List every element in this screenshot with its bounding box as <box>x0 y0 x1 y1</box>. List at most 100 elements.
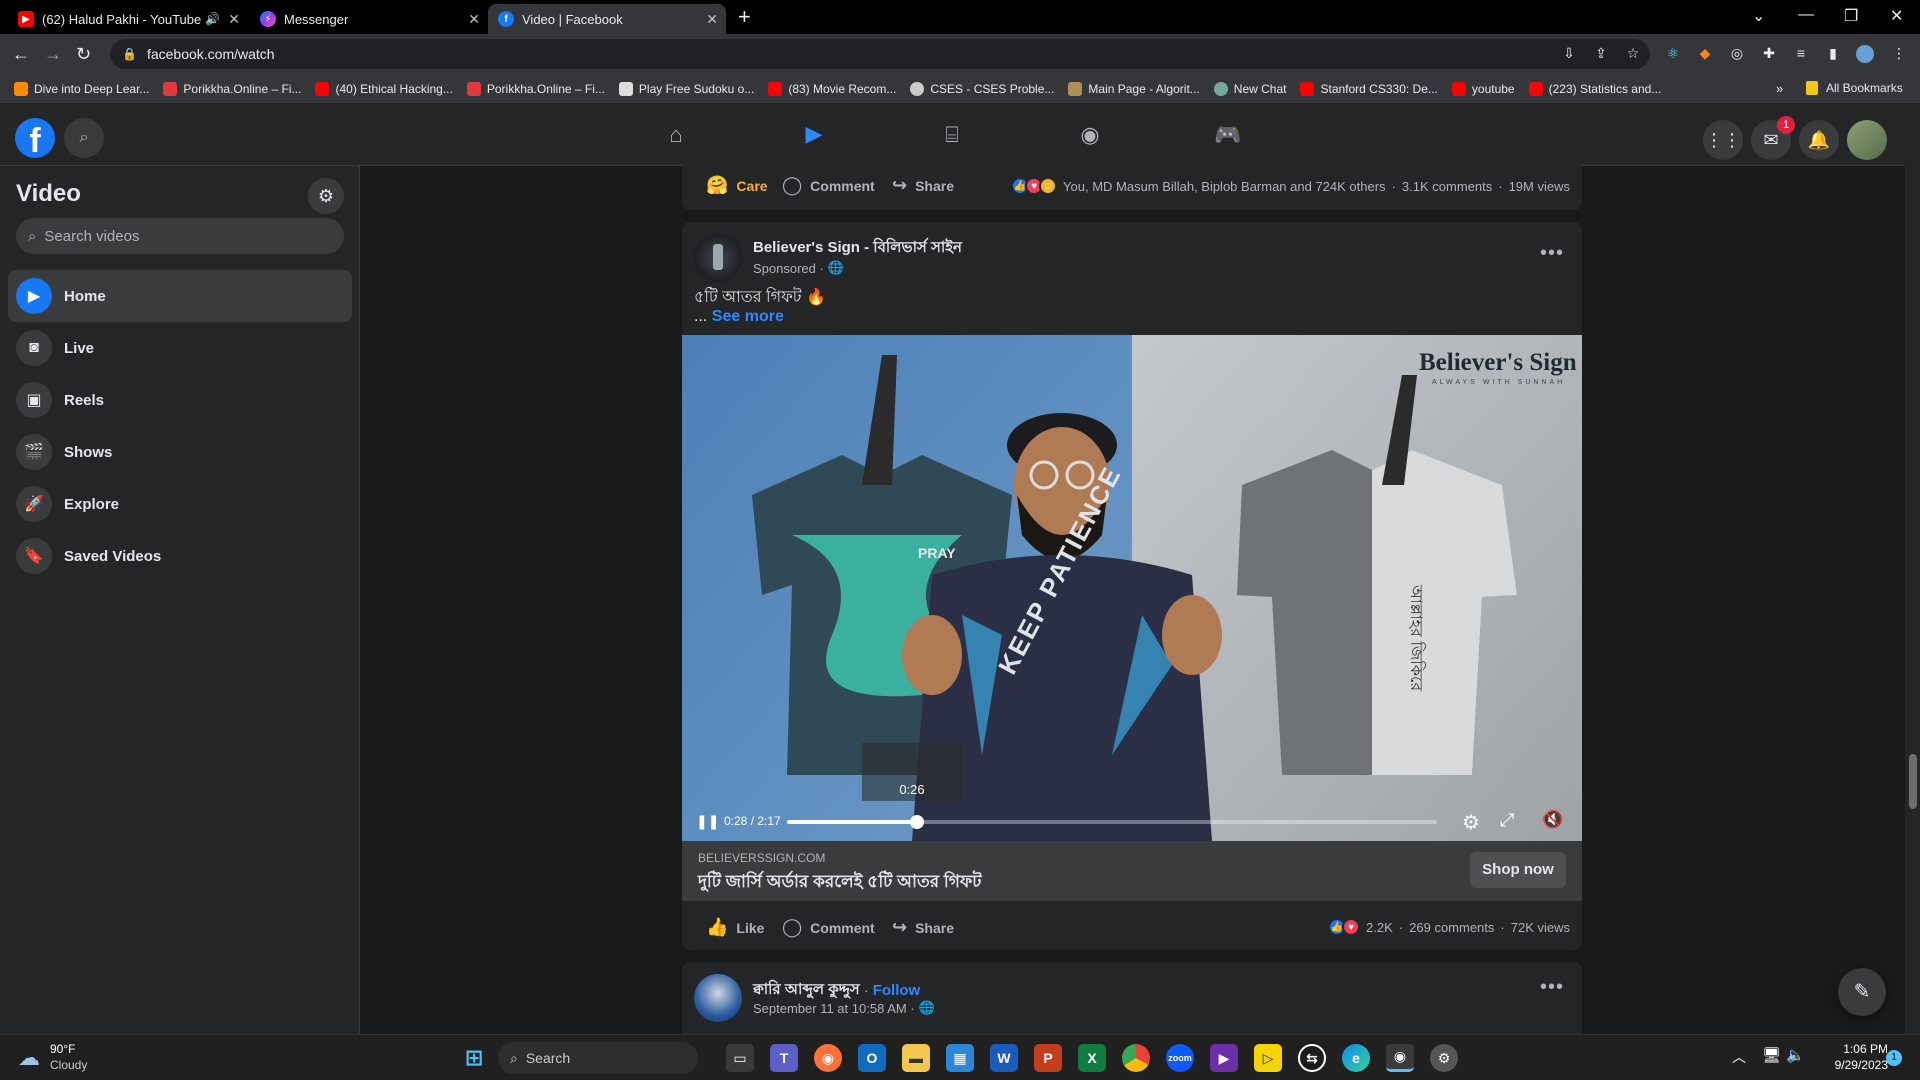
forward-icon[interactable]: → <box>44 44 62 65</box>
bookmark-item[interactable]: Porikkha.Online – Fi... <box>466 81 605 96</box>
bookmark-item[interactable]: Porikkha.Online – Fi... <box>163 81 301 96</box>
all-bookmarks-button[interactable]: All Bookmarks <box>1806 81 1903 95</box>
volume-icon[interactable]: 🔈 <box>1786 1046 1805 1064</box>
star-icon[interactable]: ☆ <box>1624 45 1642 63</box>
menu-kebab-icon[interactable]: ⋮ <box>1890 45 1908 63</box>
media-player-icon[interactable]: ▷ <box>1254 1044 1282 1072</box>
bookmark-item[interactable]: Stanford CS330: De... <box>1300 81 1438 96</box>
react-devtools-icon[interactable]: ⚛ <box>1664 45 1682 63</box>
care-reaction-button[interactable]: 🤗 Care <box>706 175 768 196</box>
like-button[interactable]: 👍 Like <box>706 917 764 938</box>
back-icon[interactable]: ← <box>12 44 30 65</box>
reload-icon[interactable]: ↻ <box>76 44 91 65</box>
side-panel-icon[interactable]: ▮ <box>1824 45 1842 63</box>
author-avatar[interactable] <box>694 974 742 1022</box>
taskbar-search[interactable]: ⌕ Search <box>498 1042 698 1074</box>
link-preview[interactable]: BELIEVERSSIGN.COM দুটি জার্সি অর্ডার করল… <box>682 841 1582 901</box>
more-options-icon[interactable]: ••• <box>1540 242 1564 265</box>
bookmark-item[interactable]: Play Free Sudoku o... <box>618 81 754 96</box>
account-avatar[interactable] <box>1847 120 1887 160</box>
follow-button[interactable]: Follow <box>873 982 921 999</box>
new-tab-button[interactable]: + <box>738 4 751 30</box>
comments-count[interactable]: 3.1K comments <box>1402 179 1492 194</box>
minimize-icon[interactable]: — <box>1798 6 1814 24</box>
excel-icon[interactable]: X <box>1078 1044 1106 1072</box>
sidebar-item-home[interactable]: ▶ Home <box>8 270 352 322</box>
reactions-summary[interactable]: You, MD Masum Billah, Biplob Barman and … <box>1063 179 1386 194</box>
profile-avatar[interactable] <box>1856 45 1874 63</box>
menu-grid-icon[interactable]: ⋮⋮ <box>1703 120 1743 160</box>
sidebar-item-shows[interactable]: 🎬 Shows <box>8 426 352 478</box>
extension-target-icon[interactable]: ◎ <box>1728 45 1746 63</box>
clock-time[interactable]: 1:06 PM <box>1830 1042 1888 1056</box>
search-videos-input[interactable] <box>44 227 315 245</box>
mute-icon[interactable]: 🔇 <box>1542 810 1563 830</box>
bookmark-item[interactable]: Dive into Deep Lear... <box>14 81 149 96</box>
bookmarks-overflow-button[interactable]: » <box>1776 81 1783 96</box>
chrome-icon[interactable] <box>1122 1044 1150 1072</box>
maximize-icon[interactable]: ❐ <box>1844 6 1858 26</box>
remote-desktop-icon[interactable]: ⇆ <box>1298 1044 1326 1072</box>
cloud-weather-icon[interactable]: ☁ <box>18 1045 40 1071</box>
close-icon[interactable]: ✕ <box>228 11 240 28</box>
bookmark-item[interactable]: (83) Movie Recom... <box>768 81 896 96</box>
task-view-icon[interactable]: ▭ <box>726 1044 754 1072</box>
share-button[interactable]: ↪ Share <box>892 917 954 938</box>
share-button[interactable]: ↪ Share <box>892 175 954 196</box>
comment-button[interactable]: ◯ Comment <box>782 175 875 196</box>
visual-studio-icon[interactable]: ▶ <box>1210 1044 1238 1072</box>
messenger-button[interactable]: ✉ 1 <box>1751 116 1795 160</box>
video-player[interactable]: Believer's Sign ALWAYS WITH SUNNAH PRAY … <box>682 335 1582 841</box>
more-options-icon[interactable]: ••• <box>1540 976 1564 999</box>
window-close-icon[interactable]: ✕ <box>1890 6 1903 26</box>
edge-icon[interactable]: e <box>1342 1044 1370 1072</box>
outlook-icon[interactable]: O <box>858 1044 886 1072</box>
zoom-icon[interactable]: zoom <box>1166 1044 1194 1072</box>
sidebar-item-saved-videos[interactable]: 🔖 Saved Videos <box>8 530 352 582</box>
weather-temp[interactable]: 90°F <box>50 1042 75 1056</box>
fullscreen-icon[interactable]: ⤢ <box>1500 810 1514 831</box>
post-author[interactable]: Believer's Sign - বিলিভার্স সাইন <box>753 236 962 261</box>
tab-facebook[interactable]: f Video | Facebook ✕ <box>488 4 726 34</box>
address-bar[interactable]: 🔒 facebook.com/watch <box>110 39 1650 69</box>
sidebar-item-reels[interactable]: ▣ Reels <box>8 374 352 426</box>
tab-messenger[interactable]: ⚡ Messenger ✕ <box>250 4 488 34</box>
notification-count-badge[interactable]: 1 <box>1886 1050 1902 1066</box>
powerpoint-icon[interactable]: P <box>1034 1044 1062 1072</box>
comment-button[interactable]: ◯ Comment <box>782 917 875 938</box>
notifications-bell-icon[interactable]: 🔔 <box>1799 120 1839 160</box>
chrome-active-icon[interactable]: ◉ <box>1386 1044 1414 1072</box>
tab-search-icon[interactable]: ⌄ <box>1752 6 1765 26</box>
shop-now-button[interactable]: Shop now <box>1470 852 1566 888</box>
close-icon[interactable]: ✕ <box>468 11 480 28</box>
extensions-puzzle-icon[interactable]: ✚ <box>1760 45 1778 63</box>
comments-count[interactable]: 269 comments <box>1409 920 1494 935</box>
windows-start-icon[interactable]: ⊞ <box>460 1044 488 1072</box>
metamask-icon[interactable]: ◆ <box>1696 45 1714 63</box>
teams-icon[interactable]: T <box>770 1044 798 1072</box>
scrollbar-thumb[interactable] <box>1909 754 1917 809</box>
install-icon[interactable]: ⇩ <box>1560 45 1578 63</box>
new-message-compose-icon[interactable]: ✎ <box>1838 968 1886 1016</box>
network-icon[interactable]: 🖥 <box>1762 1046 1781 1064</box>
settings-gear-icon[interactable]: ⚙ <box>1430 1044 1458 1072</box>
search-icon[interactable]: ⌕ <box>64 118 104 158</box>
sidebar-item-live[interactable]: ◙ Live <box>8 322 352 374</box>
reactions-count[interactable]: 2.2K <box>1366 920 1393 935</box>
file-explorer-icon[interactable]: ▬ <box>902 1044 930 1072</box>
word-icon[interactable]: W <box>990 1044 1018 1072</box>
progress-bar[interactable] <box>787 815 1437 829</box>
progress-handle[interactable] <box>910 815 924 829</box>
bookmark-item[interactable]: youtube <box>1451 81 1515 96</box>
gear-icon[interactable]: ⚙ <box>308 178 344 214</box>
microsoft-store-icon[interactable]: ▦ <box>946 1044 974 1072</box>
bookmark-item[interactable]: CSES - CSES Proble... <box>910 81 1054 96</box>
bookmark-item[interactable]: (40) Ethical Hacking... <box>315 81 453 96</box>
clock-date[interactable]: 9/29/2023 <box>1818 1058 1888 1072</box>
speaker-icon[interactable]: 🔊 <box>205 12 220 26</box>
sidebar-item-explore[interactable]: 🚀 Explore <box>8 478 352 530</box>
chevron-up-icon[interactable]: ︿ <box>1732 1047 1746 1067</box>
tab-youtube[interactable]: ▶ (62) Halud Pakhi - YouTube 🔊 ✕ <box>8 4 248 34</box>
firefox-icon[interactable]: ◉ <box>814 1044 842 1072</box>
author-avatar[interactable] <box>694 234 742 282</box>
